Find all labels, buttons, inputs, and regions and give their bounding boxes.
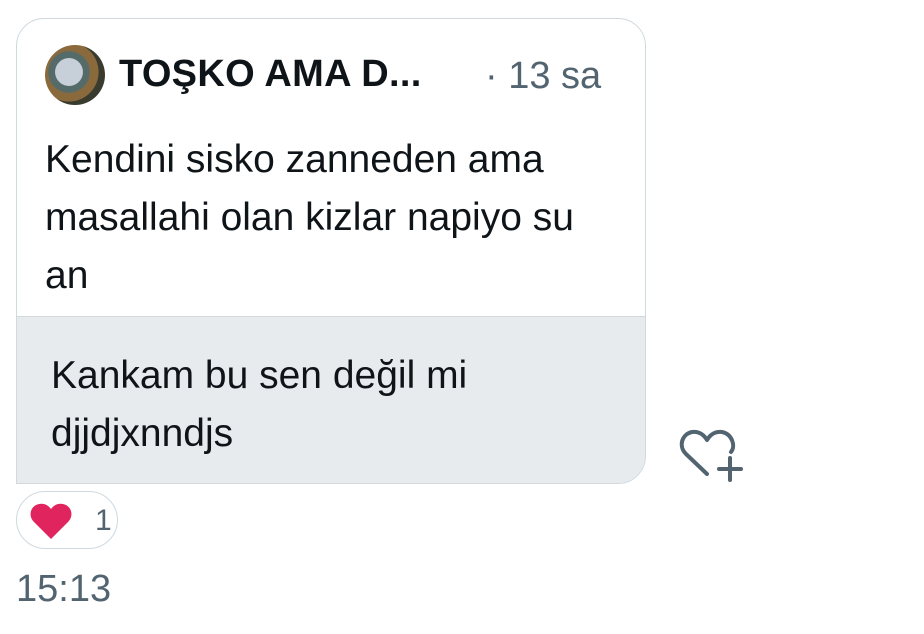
tweet-time: · 13 sa <box>485 55 602 97</box>
reply-area: Kankam bu sen değil mi djjdjxnndjs <box>17 316 645 483</box>
reaction-count: 1 <box>95 504 112 537</box>
tweet-text: Kendini sisko zanneden ama masallahi ola… <box>45 138 574 297</box>
heart-icon <box>30 503 72 539</box>
message-timestamp: 15:13 <box>16 568 112 610</box>
heart-plus-icon <box>679 429 743 482</box>
reply-text: Kankam bu sen değil mi djjdjxnndjs <box>51 354 468 455</box>
add-reaction-button[interactable] <box>676 424 744 484</box>
reaction-pill[interactable]: 1 <box>16 491 118 549</box>
message-bubble[interactable]: TOŞKO AMA D... · 13 sa Kendini sisko zan… <box>16 18 646 484</box>
tweet-author: TOŞKO AMA D... <box>119 53 422 95</box>
avatar[interactable] <box>45 45 105 105</box>
quoted-tweet[interactable]: TOŞKO AMA D... · 13 sa Kendini sisko zan… <box>17 19 645 316</box>
